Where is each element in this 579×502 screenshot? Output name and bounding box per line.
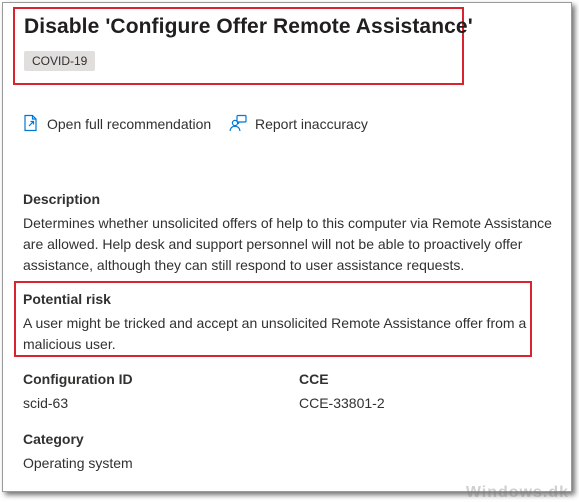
configuration-id-heading: Configuration ID: [23, 371, 133, 387]
person-feedback-icon: [229, 114, 255, 135]
potential-risk-heading: Potential risk: [23, 291, 111, 307]
page-title: Disable 'Configure Offer Remote Assistan…: [24, 15, 473, 38]
risk-line-2: malicious user.: [23, 336, 116, 352]
report-inaccuracy-label: Report inaccuracy: [255, 116, 368, 132]
open-full-recommendation-label: Open full recommendation: [47, 116, 212, 132]
description-heading: Description: [23, 191, 101, 207]
cce-value: CCE-33801-2: [299, 395, 385, 411]
risk-line-1: A user might be tricked and accept an un…: [23, 315, 527, 331]
category-heading: Category: [23, 431, 84, 447]
tag-badge: COVID-19: [24, 51, 96, 71]
category-value: Operating system: [23, 455, 133, 471]
watermark: Windows.dk: [465, 484, 569, 501]
description-line-3: assistance, although they can still resp…: [23, 257, 465, 273]
description-line-1: Determines whether unsolicited offers of…: [23, 215, 552, 231]
open-document-icon: [23, 114, 47, 135]
cce-heading: CCE: [299, 371, 329, 387]
description-line-2: are allowed. Help desk and support perso…: [23, 236, 523, 252]
report-inaccuracy-link[interactable]: Report inaccuracy: [229, 114, 368, 134]
configuration-id-value: scid-63: [23, 395, 69, 411]
open-full-recommendation-link[interactable]: Open full recommendation: [23, 114, 211, 134]
